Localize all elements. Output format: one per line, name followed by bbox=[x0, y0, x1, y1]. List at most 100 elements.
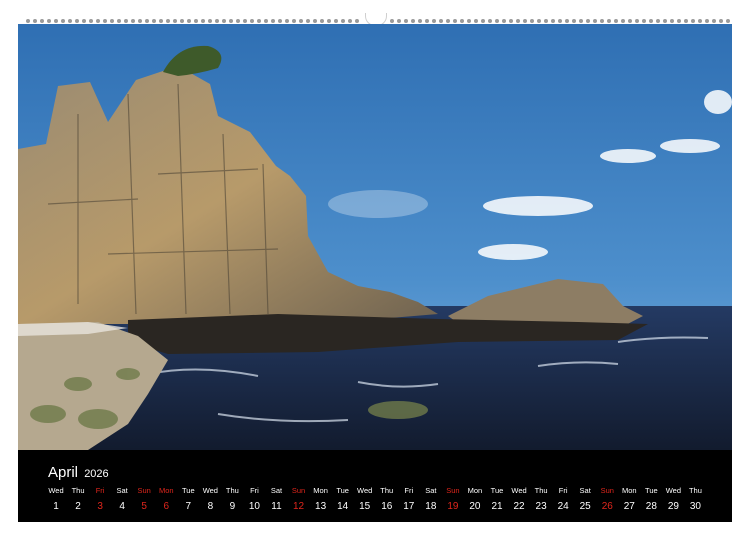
binding-dot bbox=[285, 19, 289, 23]
coastal-cliff-image bbox=[18, 24, 732, 450]
binding-dot bbox=[194, 19, 198, 23]
weekday-label: Sun bbox=[137, 486, 151, 495]
binding-dot bbox=[537, 19, 541, 23]
weekday-label: Tue bbox=[490, 486, 504, 495]
weekday-label: Mon bbox=[622, 486, 637, 495]
weekday-label: Sat bbox=[270, 486, 283, 495]
binding-dot bbox=[530, 19, 534, 23]
day-cell: Thu 9 bbox=[221, 486, 243, 514]
day-cell: Thu 30 bbox=[684, 486, 706, 514]
binding-dot bbox=[236, 19, 240, 23]
binding-dot bbox=[684, 19, 688, 23]
day-cell: Mon 20 bbox=[464, 486, 486, 514]
binding-dot bbox=[432, 19, 436, 23]
day-number: 28 bbox=[645, 501, 657, 512]
landscape-photo bbox=[18, 24, 732, 450]
day-number: 30 bbox=[689, 501, 701, 512]
binding-dot bbox=[509, 19, 513, 23]
binding-dot bbox=[698, 19, 702, 23]
binding-dot bbox=[299, 19, 303, 23]
weekday-label: Mon bbox=[313, 486, 328, 495]
day-number: 19 bbox=[447, 501, 459, 512]
day-number: 22 bbox=[513, 501, 525, 512]
weekday-label: Wed bbox=[511, 486, 527, 495]
day-number: 2 bbox=[75, 501, 81, 512]
day-cell: Sat 18 bbox=[420, 486, 442, 514]
binding-dot bbox=[33, 19, 37, 23]
binding-dot bbox=[544, 19, 548, 23]
binding-dot bbox=[712, 19, 716, 23]
day-number: 23 bbox=[535, 501, 547, 512]
binding-dot bbox=[138, 19, 142, 23]
binding-dot bbox=[243, 19, 247, 23]
day-cell: Thu 23 bbox=[530, 486, 552, 514]
binding-dot bbox=[54, 19, 58, 23]
weekday-label: Fri bbox=[250, 486, 259, 495]
binding-dot bbox=[215, 19, 219, 23]
day-cell: Sun 19 bbox=[442, 486, 464, 514]
binding-dot bbox=[418, 19, 422, 23]
binding-dot bbox=[523, 19, 527, 23]
binding-dot bbox=[453, 19, 457, 23]
day-cell: Sat 4 bbox=[111, 486, 133, 514]
day-cell: Wed 8 bbox=[199, 486, 221, 514]
binding-dot bbox=[40, 19, 44, 23]
binding-dot bbox=[474, 19, 478, 23]
binding-dot bbox=[614, 19, 618, 23]
day-number: 24 bbox=[557, 501, 569, 512]
binding-dot bbox=[691, 19, 695, 23]
binding-dot bbox=[705, 19, 709, 23]
weekday-label: Thu bbox=[71, 486, 85, 495]
weekday-label: Tue bbox=[336, 486, 349, 495]
binding-dot bbox=[558, 19, 562, 23]
day-number: 21 bbox=[491, 501, 503, 512]
binding-dot bbox=[565, 19, 569, 23]
day-number: 1 bbox=[53, 501, 59, 512]
binding-dot bbox=[180, 19, 184, 23]
day-cell: Wed 22 bbox=[508, 486, 530, 514]
day-number: 25 bbox=[579, 501, 591, 512]
weekday-label: Thu bbox=[534, 486, 548, 495]
day-number: 12 bbox=[292, 501, 305, 512]
day-cell: Sat 11 bbox=[266, 486, 288, 514]
binding-dot bbox=[439, 19, 443, 23]
binding-dot bbox=[145, 19, 149, 23]
binding-dot bbox=[61, 19, 65, 23]
weekday-label: Thu bbox=[225, 486, 239, 495]
weekday-label: Thu bbox=[688, 486, 702, 495]
binding-dot bbox=[124, 19, 128, 23]
binding-dot bbox=[516, 19, 520, 23]
day-cell: Fri 24 bbox=[552, 486, 574, 514]
binding-dot bbox=[159, 19, 163, 23]
binding-dot bbox=[68, 19, 72, 23]
day-number: 29 bbox=[667, 501, 679, 512]
binding-dot bbox=[257, 19, 261, 23]
binding-dot bbox=[397, 19, 401, 23]
day-cell: Fri 17 bbox=[398, 486, 420, 514]
day-cell: Mon 27 bbox=[618, 486, 640, 514]
weekday-label: Mon bbox=[158, 486, 174, 495]
binding-dot bbox=[152, 19, 156, 23]
binding-dot bbox=[187, 19, 191, 23]
day-number: 26 bbox=[601, 501, 613, 512]
binding-dot bbox=[103, 19, 107, 23]
day-number: 5 bbox=[141, 501, 147, 512]
binding-dot bbox=[656, 19, 660, 23]
day-cell: Tue 7 bbox=[177, 486, 199, 514]
day-cell: Tue 21 bbox=[486, 486, 508, 514]
weekday-label: Wed bbox=[357, 486, 373, 495]
binding-dot bbox=[572, 19, 576, 23]
binding-dot bbox=[334, 19, 338, 23]
day-cell: Mon 13 bbox=[310, 486, 332, 514]
day-cell: Tue 28 bbox=[640, 486, 662, 514]
binding-dot bbox=[96, 19, 100, 23]
weekday-label: Wed bbox=[665, 486, 682, 495]
binding-dot bbox=[579, 19, 583, 23]
binding-dot bbox=[320, 19, 324, 23]
binding-dot bbox=[460, 19, 464, 23]
day-cell: Fri 10 bbox=[243, 486, 265, 514]
binding-dot bbox=[229, 19, 233, 23]
weekday-label: Thu bbox=[380, 486, 394, 495]
binding-dot bbox=[495, 19, 499, 23]
binding-dot bbox=[47, 19, 51, 23]
